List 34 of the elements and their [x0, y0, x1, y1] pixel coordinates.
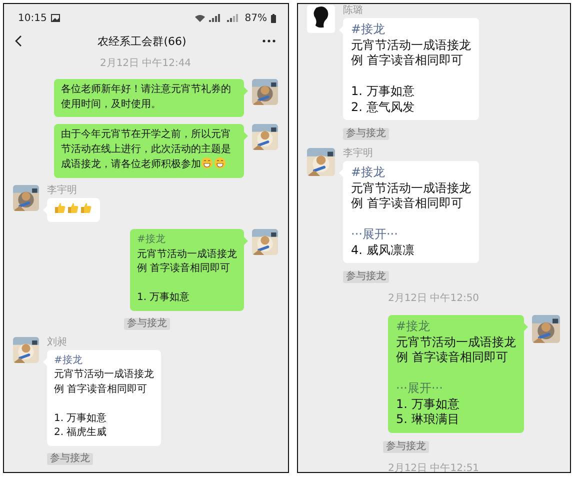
sender-name: 刘昶 [47, 336, 68, 348]
join-chain-button[interactable]: 参与接龙 [383, 440, 429, 452]
wifi-icon [194, 14, 205, 22]
clock-time: 10:15 [18, 12, 47, 24]
join-chain-button[interactable]: 参与接龙 [124, 318, 170, 330]
join-chain-button[interactable]: 参与接龙 [47, 452, 93, 464]
signal-icon [226, 14, 241, 22]
chat-title: 农经系工会群(66) [98, 34, 186, 48]
sender-name: 李宇明 [343, 148, 374, 159]
message-bubble: 各位老师新年好！请注意元宵节礼券的使用时间，及时使用。 [54, 79, 244, 117]
back-icon[interactable] [14, 35, 22, 47]
sender-name: 陈璐 [343, 5, 364, 16]
chain-message-bubble: #接龙 元宵节活动一成语接龙 例 首字读音相同即可 1. 万事如意 2. 福虎生威 [47, 350, 161, 446]
timestamp: 2月12日 中午12:50 [388, 293, 480, 305]
signal-icon [208, 14, 223, 22]
chain-message-bubble: #接龙 元宵节活动一成语接龙 例 首字读音相同即可 ···展开··· 1. 万事如意 5. 琳琅满目 [388, 315, 524, 432]
image-icon [50, 14, 60, 22]
message-bubble: 由于今年元宵节在开学之前，所以元宵节活动在线上进行，此次活动的主题是成语接龙，请各位老师积极参加 [54, 124, 244, 178]
timestamp: 2月12日 中午12:44 [100, 58, 192, 70]
chain-message-bubble: #接龙 元宵节活动一成语接龙 例 首字读音相同即可 1. 万事如意 [130, 229, 244, 310]
battery-percent: 87% [244, 12, 267, 24]
thumbs-up-icon [67, 202, 79, 214]
thumbs-up-icon [54, 202, 66, 214]
chain-message-bubble: #接龙 元宵节活动一成语接龙 例 首字读音相同即可 ···展开··· 4. 威风凛凛 [343, 161, 479, 263]
join-chain-button[interactable]: 参与接龙 [343, 128, 389, 140]
chain-message-bubble: #接龙 元宵节活动一成语接龙 例 首字读音相同即可 1. 万事如意 2. 意气风发 [343, 18, 479, 120]
join-chain-button[interactable]: 参与接龙 [343, 271, 389, 283]
timestamp: 2月12日 中午12:51 [388, 462, 480, 472]
grinning-face-icon [214, 157, 226, 169]
battery-icon [271, 14, 276, 22]
thumbs-up-icon [80, 202, 92, 214]
more-icon[interactable] [262, 39, 276, 43]
grinning-face-icon [201, 157, 213, 169]
sender-name: 李宇明 [47, 184, 78, 196]
